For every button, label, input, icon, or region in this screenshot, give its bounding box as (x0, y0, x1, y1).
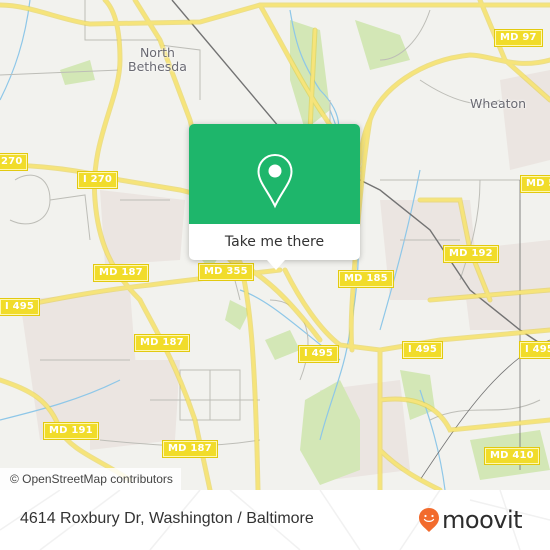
route-shield: I 495 (401, 341, 444, 359)
route-shield: MD 97 (494, 29, 543, 47)
moovit-smiley-pin-icon (419, 508, 439, 532)
route-shield: MD 355 (198, 263, 254, 281)
route-shield: MD 187 (134, 334, 190, 352)
route-shield: MD 5 (520, 175, 550, 193)
route-shield: MD 187 (162, 440, 218, 458)
route-shield: 270 (0, 153, 29, 171)
moovit-wordmark: moovit (442, 506, 523, 534)
take-me-there-button[interactable]: Take me there (189, 224, 360, 260)
route-shield: MD 191 (43, 422, 99, 440)
map-attribution[interactable]: © OpenStreetMap contributors (0, 468, 181, 490)
place-label-line: Wheaton (470, 96, 527, 111)
popup-pointer (267, 260, 285, 270)
map-pin-icon (257, 153, 293, 209)
route-shield: I 270 (76, 171, 119, 189)
place-label-wheaton: Wheaton (470, 97, 526, 111)
route-shield: MD 185 (338, 270, 394, 288)
route-shield: MD 187 (93, 264, 149, 282)
route-shield: MD 192 (443, 245, 499, 263)
address-label: 4614 Roxbury Dr, Washington / Baltimore (20, 510, 314, 527)
route-shield: I 495 (0, 298, 41, 316)
moovit-logo[interactable]: moovit (418, 506, 523, 534)
footer-bar: 4614 Roxbury Dr, Washington / Baltimore … (0, 490, 550, 550)
place-label-line: Bethesda (128, 59, 187, 74)
route-shield: MD 410 (484, 447, 540, 465)
popup-header (189, 124, 360, 224)
place-label-north-bethesda: North Bethesda (128, 46, 187, 74)
route-shield: I 495 (297, 345, 340, 363)
map-canvas[interactable]: North Bethesda Wheaton MD 97 270 I 270 M… (0, 0, 550, 490)
place-label-line: North (139, 45, 175, 60)
location-popup: Take me there (189, 124, 360, 270)
route-shield: I 495 (518, 341, 550, 359)
